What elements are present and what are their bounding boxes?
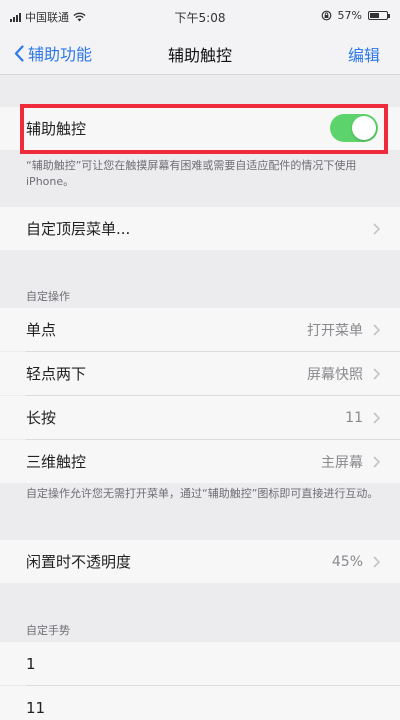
chevron-right-icon [373,555,380,568]
assistive-touch-description: “辅助触控”可让您在触摸屏幕有困难或需要自适应配件的情况下使用 iPhone。 [26,159,357,188]
gesture-row[interactable]: 1 [0,642,400,685]
idle-opacity-row[interactable]: 闲置时不透明度 45% [0,540,400,583]
customize-top-menu-label: 自定顶层菜单... [26,220,131,238]
action-row-long-press[interactable]: 长按 11 [0,396,400,439]
action-value: 屏幕快照 [307,366,363,383]
gesture-label: 11 [26,698,46,717]
action-label: 轻点两下 [26,365,87,383]
action-value: 11 [345,409,363,426]
custom-actions-header: 自定操作 [26,290,70,303]
customize-top-menu-row[interactable]: 自定顶层菜单... [0,207,400,250]
chevron-right-icon [373,411,380,424]
page-title: 辅助触控 [167,46,232,65]
edit-button[interactable]: 编辑 [348,42,380,66]
chevron-right-icon [373,323,380,336]
action-row-double-tap[interactable]: 轻点两下 屏幕快照 [0,352,400,395]
settings-screen: 中国联通 下午5:08 57% 辅助功能 辅助触控 编辑 辅助触控 “辅助触控”… [0,0,400,720]
custom-gestures-header: 自定手势 [26,624,70,637]
battery-icon [368,11,390,20]
chevron-right-icon [373,367,380,380]
chevron-right-icon [373,455,380,468]
action-label: 三维触控 [26,453,87,471]
status-right: 57% [321,9,390,22]
battery-percentage: 57% [337,9,362,22]
highlight-box [20,104,388,154]
chevron-right-icon [373,222,380,235]
orientation-lock-icon [321,10,331,21]
action-row-single-tap[interactable]: 单点 打开菜单 [0,308,400,351]
status-bar: 中国联通 下午5:08 57% [0,0,400,28]
gesture-row[interactable]: 11 [0,686,400,720]
action-row-3d-touch[interactable]: 三维触控 主屏幕 [0,440,400,483]
action-value: 主屏幕 [321,454,363,471]
action-value: 打开菜单 [307,322,363,339]
gesture-label: 1 [26,654,36,673]
idle-opacity-label: 闲置时不透明度 [26,553,132,571]
custom-actions-footnote: 自定操作允许您无需打开菜单，通过“辅助触控”图标即可直接进行互动。 [26,487,379,500]
action-label: 长按 [26,409,57,427]
navigation-bar: 辅助功能 辅助触控 编辑 [0,28,400,75]
idle-opacity-value: 45% [331,553,363,570]
action-label: 单点 [26,321,57,339]
